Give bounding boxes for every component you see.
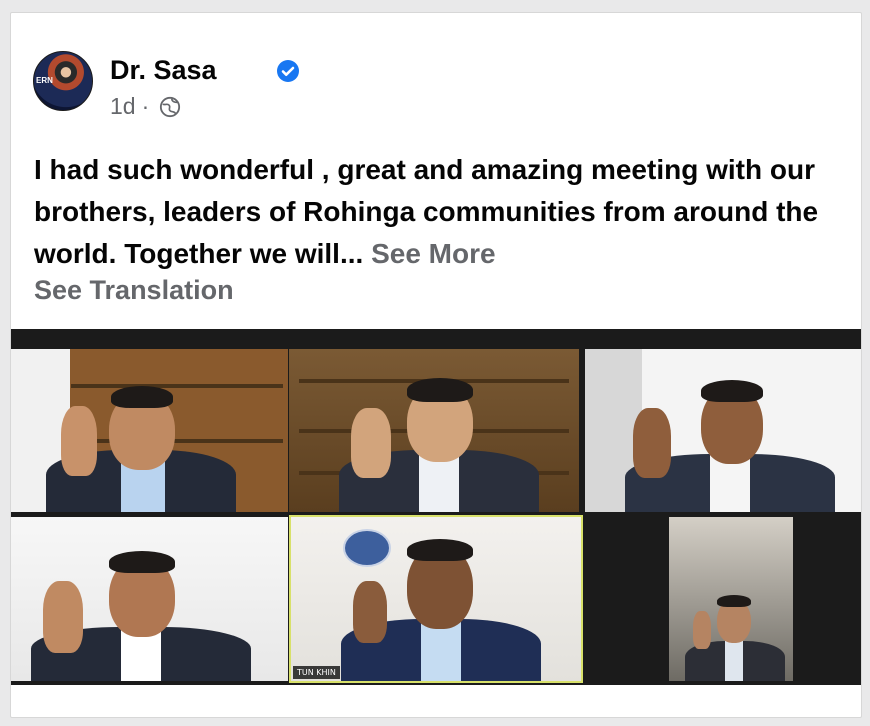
see-translation-link[interactable]: See Translation	[34, 275, 234, 306]
participant-tile-1	[11, 349, 288, 512]
participant-name-tag: TUN KHIN	[293, 666, 340, 679]
participant-tile-5: TUN KHIN	[289, 515, 583, 683]
participant-tile-2	[289, 349, 579, 512]
post-card: ERN Dr. Sasa 1d · I had such wonderful ,…	[10, 12, 862, 718]
avatar-text: ERN	[36, 76, 53, 85]
participant-person	[605, 362, 855, 512]
post-header: ERN Dr. Sasa 1d ·	[33, 51, 813, 119]
post-meta: 1d ·	[110, 93, 181, 120]
participant-tile-4	[11, 517, 288, 681]
verified-badge-icon	[277, 60, 299, 82]
participant-person	[309, 362, 559, 512]
globe-icon[interactable]	[159, 96, 181, 118]
participant-person	[321, 531, 561, 681]
participant-person	[679, 581, 789, 681]
video-call-image[interactable]: TUN KHIN	[11, 329, 861, 685]
participant-person	[31, 362, 251, 512]
meta-separator: ·	[141, 93, 150, 119]
participant-person	[21, 531, 271, 681]
see-more-link[interactable]: See More	[371, 238, 496, 269]
author-name[interactable]: Dr. Sasa	[110, 55, 217, 86]
participant-tile-3	[585, 349, 861, 512]
post-time[interactable]: 1d	[110, 93, 136, 120]
author-avatar[interactable]: ERN	[33, 51, 93, 111]
participant-tile-6	[669, 517, 793, 681]
post-body: I had such wonderful , great and amazing…	[34, 149, 854, 275]
